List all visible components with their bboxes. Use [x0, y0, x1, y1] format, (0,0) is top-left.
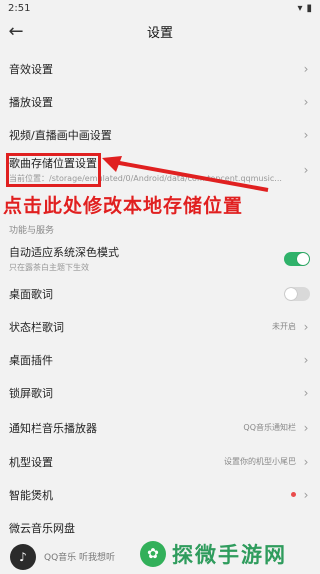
chevron-right-icon: › [303, 454, 309, 469]
setting-label: 微云音乐网盘 [9, 521, 75, 535]
section-label: 功能与服务 [9, 226, 55, 236]
setting-subtitle: 只在露茶白主题下生效 [9, 263, 89, 272]
setting-value: 设置你的机型小尾巴 [224, 457, 296, 466]
setting-lockscreen-lyrics[interactable]: 锁屏歌词 › [0, 376, 320, 409]
setting-label: 桌面插件 [9, 353, 53, 367]
setting-label: 通知栏音乐播放器 [9, 421, 97, 435]
page-title: 设置 [146, 25, 173, 41]
setting-notification-player[interactable]: 通知栏音乐播放器 QQ音乐通知栏 › [0, 411, 320, 444]
new-badge-dot [291, 492, 296, 497]
setting-label: 机型设置 [9, 455, 53, 469]
setting-label: 桌面歌词 [9, 287, 53, 301]
chevron-right-icon: › [303, 487, 309, 502]
back-arrow-icon[interactable]: ← [6, 21, 26, 42]
setting-sound-effects[interactable]: 音效设置 › [0, 52, 320, 85]
setting-desktop-lyrics[interactable]: 桌面歌词 [0, 277, 320, 310]
setting-smart-burn-in[interactable]: 智能煲机 › [0, 478, 320, 511]
annotation-highlight-box [6, 153, 101, 187]
player-song-text: QQ音乐 听我想听 [44, 553, 116, 563]
setting-label: 自动适应系统深色模式 [9, 246, 119, 259]
setting-dark-mode[interactable]: 自动适应系统深色模式 只在露茶白主题下生效 [0, 242, 320, 275]
watermark-logo-icon: ✿ [140, 540, 166, 567]
music-disc-icon: ♪ [10, 543, 36, 570]
annotation-text: 点击此处修改本地存储位置 [3, 195, 244, 217]
setting-label: 播放设置 [9, 95, 53, 109]
setting-label: 视频/直播画中画设置 [9, 128, 112, 142]
chevron-right-icon: › [303, 319, 309, 334]
setting-statusbar-lyrics[interactable]: 状态栏歌词 未开启 › [0, 310, 320, 343]
desktop-lyrics-toggle[interactable] [284, 286, 310, 301]
watermark: ✿ 探微手游网 [140, 533, 320, 574]
setting-value: 未开启 [272, 322, 296, 331]
annotation-arrow-icon [102, 156, 269, 192]
watermark-text: 探微手游网 [172, 542, 287, 567]
battery-icon: ▮ [306, 2, 312, 14]
status-icons: ▾ ▮ [297, 3, 312, 14]
setting-pip[interactable]: 视频/直播画中画设置 › [0, 118, 320, 151]
setting-value: QQ音乐通知栏 [243, 423, 296, 432]
chevron-right-icon: › [303, 385, 309, 400]
setting-desktop-widget[interactable]: 桌面插件 › [0, 343, 320, 376]
status-time: 2:51 [8, 2, 31, 14]
setting-device-model[interactable]: 机型设置 设置你的机型小尾巴 › [0, 445, 320, 478]
chevron-right-icon: › [303, 61, 309, 76]
status-bar: 2:51 ▾ ▮ [0, 0, 320, 16]
setting-label: 锁屏歌词 [9, 386, 53, 400]
setting-label: 智能煲机 [9, 488, 53, 502]
chevron-right-icon: › [303, 420, 309, 435]
chevron-right-icon: › [303, 94, 309, 109]
setting-playback[interactable]: 播放设置 › [0, 85, 320, 118]
dark-mode-toggle[interactable] [284, 251, 310, 266]
chevron-right-icon: › [303, 352, 309, 367]
chevron-right-icon: › [303, 162, 309, 177]
setting-label: 音效设置 [9, 62, 53, 76]
chevron-right-icon: › [303, 127, 309, 142]
wifi-icon: ▾ [297, 2, 303, 14]
app-bar: ← 设置 [0, 16, 320, 46]
setting-label: 状态栏歌词 [9, 320, 64, 334]
